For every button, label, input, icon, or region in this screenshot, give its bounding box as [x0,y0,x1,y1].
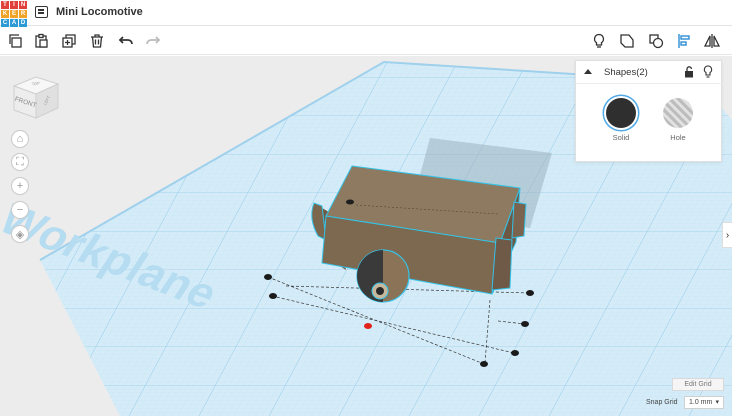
logo-letter: E [10,10,18,18]
fit-view-button[interactable]: ⛶ [11,153,29,171]
undo-icon [118,36,133,45]
redo-icon [146,36,161,45]
panel-title: Shapes(2) [604,67,648,78]
mirror-button[interactable] [702,31,722,51]
zoom-in-button[interactable]: + [11,177,29,195]
hole-label: Hole [670,133,686,142]
align-button[interactable] [674,31,694,51]
logo-letter: A [10,19,18,27]
view-cube[interactable]: TOP FRONT LEFT [8,68,64,124]
home-view-button[interactable]: ⌂ [11,130,29,148]
undo-button[interactable] [116,31,136,51]
duplicate-icon [62,34,76,48]
shape-inspector-panel: Shapes(2) Solid Hole [575,60,723,162]
logo-letter: K [1,10,9,18]
projection-toggle-button[interactable]: ◈ [11,225,29,243]
app-header: T I N K E R C A D Mini Locomotive [0,0,732,27]
logo-letter: T [1,1,9,9]
delete-button[interactable] [87,31,107,51]
trash-icon [91,34,103,48]
minus-icon: − [16,204,24,216]
logo-letter: N [19,1,27,9]
copy-icon [9,34,22,48]
document-title[interactable]: Mini Locomotive [56,6,143,18]
plus-icon: + [16,180,24,192]
logo-letter: R [19,10,27,18]
redo-button[interactable] [143,31,163,51]
lightbulb-icon[interactable] [703,65,713,79]
edit-grid-button[interactable]: Edit Grid [672,378,724,391]
mirror-icon [704,34,720,48]
group-button[interactable] [617,31,637,51]
toggle-visibility-button[interactable] [589,31,609,51]
solid-option-button[interactable] [606,98,636,128]
unlock-icon[interactable] [684,66,694,78]
copy-button[interactable] [5,31,25,51]
cube-icon: ◈ [15,228,25,241]
main-toolbar [0,27,732,55]
panel-header: Shapes(2) [576,61,723,84]
group-icon [620,34,634,48]
solid-label: Solid [612,133,630,142]
chevron-right-icon: › [725,229,730,241]
sphere-shape[interactable] [356,249,410,303]
paste-icon [35,33,48,48]
lightbulb-icon [593,33,605,48]
tinkercad-logo[interactable]: T I N K E R C A D [1,1,27,27]
expand-sidebar-button[interactable]: › [722,222,732,248]
logo-letter: I [10,1,18,9]
fit-icon: ⛶ [16,155,24,168]
design-menu-icon[interactable] [35,6,48,18]
snap-grid-value: 1.0 mm [689,399,713,406]
duplicate-button[interactable] [59,31,79,51]
hole-option-button[interactable] [663,98,693,128]
paste-button[interactable] [31,31,51,51]
align-icon [678,34,690,48]
snap-grid-select[interactable]: 1.0 mm [684,396,724,409]
logo-letter: C [1,19,9,27]
logo-letter: D [19,19,27,27]
zoom-out-button[interactable]: − [11,201,29,219]
ungroup-button[interactable] [646,31,666,51]
home-icon: ⌂ [16,133,24,145]
snap-grid-label: Snap Grid [646,399,678,406]
collapse-arrow-icon[interactable] [584,69,592,74]
ungroup-icon [649,34,664,49]
